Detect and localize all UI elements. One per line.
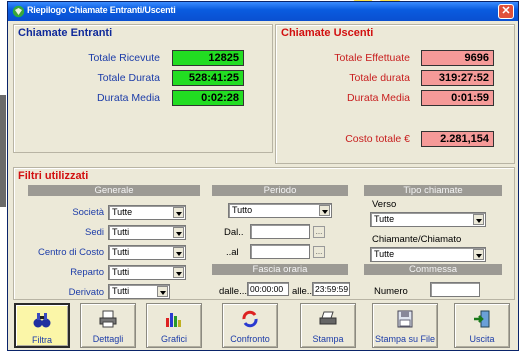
total-cost-value: 2.281,154	[421, 131, 494, 147]
call-type-header: Tipo chiamate	[364, 185, 502, 196]
background-side-bar	[0, 95, 6, 207]
compare-button-label: Confronto	[230, 334, 270, 344]
total-cost-label: Costo totale €	[345, 133, 410, 145]
direction-select[interactable]: Tutte	[370, 212, 486, 227]
department-value: Tutti	[112, 267, 130, 277]
outgoing-made-label: Totale Effettuate	[334, 52, 410, 64]
incoming-duration-label: Totale Durata	[97, 72, 160, 84]
exit-icon	[474, 310, 490, 328]
binoculars-icon	[33, 313, 51, 328]
direction-value: Tutte	[374, 214, 395, 224]
date-from-label: Dal..	[224, 227, 244, 238]
charts-button[interactable]: Grafici	[146, 303, 202, 348]
printer-icon	[319, 311, 337, 325]
site-select[interactable]: Tutti	[108, 225, 186, 240]
time-from-label: dalle...	[219, 286, 247, 297]
date-to-picker-button[interactable]: ...	[313, 246, 325, 258]
bar-chart-icon	[166, 313, 181, 327]
app-icon	[12, 5, 25, 18]
chevron-down-icon[interactable]	[173, 247, 184, 258]
order-number-input[interactable]	[430, 282, 480, 297]
close-button[interactable]: ✕	[498, 4, 514, 19]
chevron-down-icon[interactable]	[173, 227, 184, 238]
outgoing-average-label: Durata Media	[346, 92, 410, 104]
chevron-down-icon[interactable]	[157, 286, 168, 297]
time-to-input[interactable]: 23:59:59	[312, 282, 350, 296]
action-toolbar: Filtra Dettagli Grafici Confronto Stampa…	[12, 303, 516, 349]
caller-called-select[interactable]: Tutte	[370, 247, 486, 262]
time-range-header: Fascia oraria	[212, 264, 348, 275]
date-from-picker-button[interactable]: ...	[313, 226, 325, 238]
cost-center-value: Tutti	[112, 247, 130, 257]
exit-button[interactable]: Uscita	[454, 303, 510, 348]
outgoing-duration-value: 319:27:52	[421, 70, 494, 86]
chevron-down-icon[interactable]	[319, 205, 330, 216]
department-label: Reparto	[70, 267, 104, 278]
extension-value: Tutti	[112, 286, 130, 296]
print-to-file-button-label: Stampa su File	[374, 334, 436, 344]
incoming-received-value: 12825	[172, 50, 244, 66]
details-button-label: Dettagli	[92, 334, 124, 344]
outgoing-duration-label: Totale durata	[349, 72, 410, 84]
print-button[interactable]: Stampa	[300, 303, 356, 348]
filters-panel: Filtri utilizzati Generale Società Tutte…	[13, 167, 515, 300]
filters-title: Filtri utilizzati	[18, 170, 89, 182]
compare-button[interactable]: Confronto	[222, 303, 278, 348]
outgoing-title: Chiamate Uscenti	[281, 27, 374, 39]
period-value: Tutto	[232, 205, 253, 215]
charts-button-label: Grafici	[160, 334, 187, 344]
chevron-down-icon[interactable]	[173, 267, 184, 278]
cost-center-label: Centro di Costo	[37, 247, 104, 258]
order-number-label: Numero	[374, 286, 408, 297]
incoming-duration-value: 528:41:25	[172, 70, 244, 86]
period-select[interactable]: Tutto	[228, 203, 332, 218]
compare-icon	[242, 310, 258, 328]
title-bar[interactable]: Riepilogo Chiamate Entranti/Uscenti ✕	[8, 2, 518, 21]
caller-called-value: Tutte	[374, 249, 395, 259]
site-value: Tutti	[112, 227, 130, 237]
site-label: Sedi	[84, 227, 104, 238]
date-from-input[interactable]	[250, 224, 310, 239]
printer-details-icon	[99, 310, 117, 328]
company-value: Tutte	[112, 207, 133, 217]
direction-label: Verso	[372, 199, 397, 210]
chevron-down-icon[interactable]	[473, 249, 484, 260]
chevron-down-icon[interactable]	[173, 207, 184, 218]
incoming-calls-panel: Chiamate Entranti Totale Ricevute 12825 …	[13, 24, 273, 153]
general-header: Generale	[28, 185, 200, 196]
outgoing-calls-panel: Chiamate Uscenti Totale Effettuate 9696 …	[275, 24, 515, 164]
exit-button-label: Uscita	[469, 334, 495, 344]
order-header: Commessa	[364, 264, 502, 275]
outgoing-made-value: 9696	[421, 50, 494, 66]
summary-window: Riepilogo Chiamate Entranti/Uscenti ✕ Ch…	[7, 1, 519, 351]
department-select[interactable]: Tutti	[108, 265, 186, 280]
incoming-average-value: 0:02:28	[172, 90, 244, 106]
details-button[interactable]: Dettagli	[80, 303, 136, 348]
company-select[interactable]: Tutte	[108, 205, 186, 220]
incoming-title: Chiamate Entranti	[18, 27, 113, 39]
date-to-label: ..al	[226, 247, 239, 258]
extension-select[interactable]: Tutti	[108, 284, 170, 299]
filter-button[interactable]: Filtra	[14, 303, 70, 348]
chevron-down-icon[interactable]	[473, 214, 484, 225]
incoming-average-label: Durata Media	[96, 92, 160, 104]
print-to-file-button[interactable]: Stampa su File	[372, 303, 438, 348]
window-title: Riepilogo Chiamate Entranti/Uscenti	[27, 5, 176, 15]
cost-center-select[interactable]: Tutti	[108, 245, 186, 260]
caller-called-label: Chiamante/Chiamato	[372, 234, 462, 245]
floppy-disk-icon	[397, 310, 413, 328]
filter-button-label: Filtra	[32, 335, 52, 345]
close-icon: ✕	[501, 5, 511, 17]
outgoing-average-value: 0:01:59	[421, 90, 494, 106]
incoming-received-label: Totale Ricevute	[88, 52, 160, 64]
date-to-input[interactable]	[250, 244, 310, 259]
period-header: Periodo	[212, 185, 348, 196]
print-button-label: Stampa	[312, 334, 344, 344]
extension-label: Derivato	[68, 287, 104, 298]
time-from-input[interactable]: 00:00:00	[247, 282, 289, 296]
company-label: Società	[72, 207, 104, 218]
